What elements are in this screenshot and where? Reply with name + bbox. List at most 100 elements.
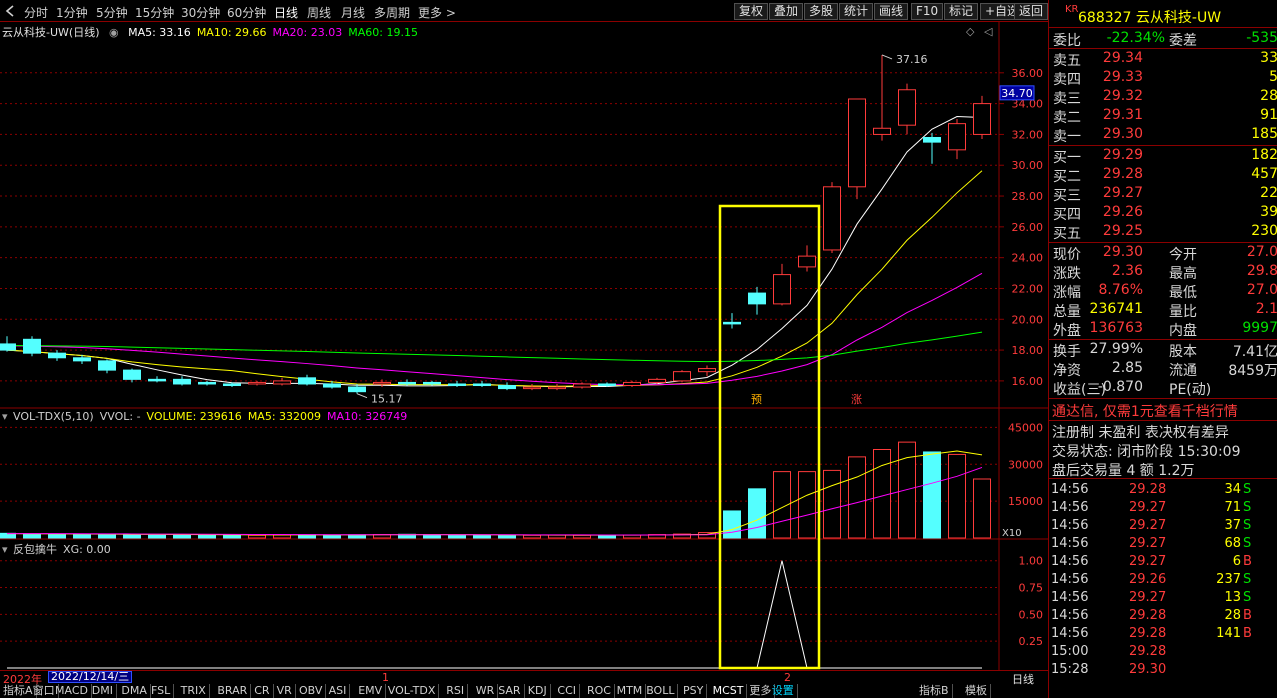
bid-row: 买三 29.27 22 (1053, 185, 1277, 204)
settings-icon[interactable]: ◉ (109, 26, 119, 39)
candle (173, 376, 191, 386)
indicator-tab[interactable]: MTM (614, 684, 647, 698)
indicator-tab[interactable]: MCST (710, 684, 748, 698)
indicator-tab[interactable]: EMV (355, 684, 387, 698)
timeframe-tab[interactable]: 多周期 (374, 4, 410, 21)
timeframe-tab[interactable]: 月线 (341, 4, 365, 21)
stat-label: 涨跌 (1053, 266, 1081, 282)
indicator-tab[interactable]: PSY (680, 684, 708, 698)
candle (23, 336, 41, 357)
candle (0, 336, 16, 352)
indicator-tab[interactable]: 指标B (916, 684, 953, 698)
timeframe-tab[interactable]: 5分钟 (96, 4, 128, 21)
promo-link[interactable]: 通达信, 仅需1元查看千档行情 (1052, 401, 1238, 421)
weicha-value: -535 (1246, 30, 1277, 46)
bid-volume: 22 (1260, 185, 1277, 201)
indicator-tab[interactable]: OBV (296, 684, 327, 698)
volume-tick-label: 45000 (1008, 421, 1043, 434)
volume-bar (173, 534, 191, 539)
indicator-tab[interactable]: BRAR (214, 684, 252, 698)
timeframe-tab[interactable]: 30分钟 (181, 4, 220, 21)
expand-diamond-icon[interactable]: ◇ (966, 25, 974, 38)
stat-label: 涨幅 (1053, 285, 1081, 301)
timeframe-tab[interactable]: 周线 (307, 4, 331, 21)
tick-price: 29.27 (1129, 518, 1167, 533)
ma-legend: MA5: 33.16 MA10: 29.66 MA20: 23.03 MA60: 19… (128, 26, 424, 39)
tick-row: 15:00 29.28 (1051, 644, 1276, 662)
timeframe-tab[interactable]: 15分钟 (135, 4, 174, 21)
toolbar-button[interactable]: 多股 (804, 3, 839, 20)
highlight-box (718, 204, 821, 670)
timeframe-tab[interactable]: 分时 (24, 4, 48, 21)
indicator-tab[interactable]: SAR (495, 684, 525, 698)
indicator-tab[interactable]: ROC (584, 684, 615, 698)
indicator-tab[interactable]: CCI (554, 684, 580, 698)
toolbar-button[interactable]: 返回 (1014, 3, 1049, 20)
indicator-tab[interactable]: BOLL (643, 684, 679, 698)
indicator-tab[interactable]: DMI (89, 684, 118, 698)
bid-label: 买四 (1053, 207, 1081, 223)
ask-label: 卖三 (1053, 91, 1081, 107)
toolbar-button[interactable]: F10 (911, 3, 944, 20)
indicator-tab[interactable]: MACD (52, 684, 92, 698)
volume-legend-item: VOLUME: 239616 (146, 410, 242, 423)
toolbar-button[interactable]: 画线 (874, 3, 909, 20)
ask-label: 卖四 (1053, 72, 1081, 88)
bid-row: 买二 29.28 457 (1053, 166, 1277, 185)
tick-direction: S (1243, 536, 1252, 551)
toolbar-button[interactable]: 统计 (839, 3, 874, 20)
indicator-tab[interactable]: 设置 (769, 684, 798, 698)
tick-time: 14:56 (1051, 608, 1089, 623)
indicator-tick-label: 0.75 (1019, 582, 1044, 595)
indicator-tab[interactable]: FSL (148, 684, 175, 698)
tick-direction: S (1243, 518, 1252, 533)
stat-label: 股本 (1169, 344, 1197, 360)
candle-body (448, 383, 466, 387)
collapse-left-icon[interactable]: ◁ (984, 25, 992, 38)
cursor-date: 2022/12/14/三 (48, 671, 133, 683)
timeframe-tab[interactable]: 日线 (274, 4, 298, 21)
indicator-tab[interactable]: RSI (443, 684, 469, 698)
indicator-collapse-icon[interactable]: ▾ (2, 543, 8, 556)
tick-time: 14:56 (1051, 554, 1089, 569)
indicator-tab[interactable]: KDJ (525, 684, 551, 698)
indicator-tick-label: 0.50 (1019, 608, 1044, 621)
candle (148, 376, 166, 383)
toolbar-button[interactable]: 叠加 (769, 3, 804, 20)
stat-label: 现价 (1053, 247, 1081, 263)
toolbar-button[interactable]: 复权 (734, 3, 769, 20)
chart-area[interactable]: 36.00 34.00 32.00 30.00 28.00 26.00 24.00 22.00… (0, 22, 1048, 670)
chart-canvas[interactable]: 36.0034.0032.0030.0028.0026.0024.0022.00… (0, 22, 1048, 670)
candle (623, 380, 641, 388)
indicator-legend: ▾ 反包擒牛 XG: 0.00 (2, 541, 123, 557)
volume-collapse-icon[interactable]: ▾ (2, 410, 8, 423)
timeframe-tab[interactable]: 1分钟 (56, 4, 88, 21)
ask-label: 卖二 (1053, 110, 1081, 126)
volume-bar (73, 533, 91, 539)
volume-bar (473, 534, 491, 539)
candle-body (823, 186, 841, 251)
indicator-tab[interactable]: TRIX (178, 684, 210, 698)
ask-label: 卖五 (1053, 53, 1081, 69)
bid-volume: 39 (1260, 204, 1277, 220)
candle (973, 95, 991, 140)
indicator-tab[interactable]: VR (274, 684, 296, 698)
bid-row: 买五 29.25 230 (1053, 223, 1277, 242)
top-toolbar: 分时 1分钟 5分钟 15分钟 30分钟 60分钟 日线 周线 月线 多周期 更多 > 复权 叠加 多股… (0, 0, 1049, 22)
indicator-tab[interactable]: VOL-TDX (385, 684, 440, 698)
tick-row: 14:56 29.27 68 S (1051, 536, 1276, 554)
timeframe-tab[interactable]: 60分钟 (227, 4, 266, 21)
indicator-tab[interactable]: DMA (118, 684, 151, 698)
timeframe-tab[interactable]: 更多 > (418, 4, 456, 21)
candle-body (273, 380, 291, 385)
indicator-tab[interactable]: 模板 (962, 684, 991, 698)
bid-label: 买二 (1053, 169, 1081, 185)
volume-bar (598, 534, 616, 539)
ma-legend-item: MA10: 29.66 (196, 26, 267, 39)
ma60-line (6, 331, 983, 363)
indicator-tab[interactable]: ASI (326, 684, 351, 698)
toolbar-button[interactable]: 标记 (944, 3, 979, 20)
back-arrow-icon[interactable] (5, 5, 15, 17)
candle-body (673, 371, 691, 382)
indicator-tab[interactable]: CR (251, 684, 274, 698)
